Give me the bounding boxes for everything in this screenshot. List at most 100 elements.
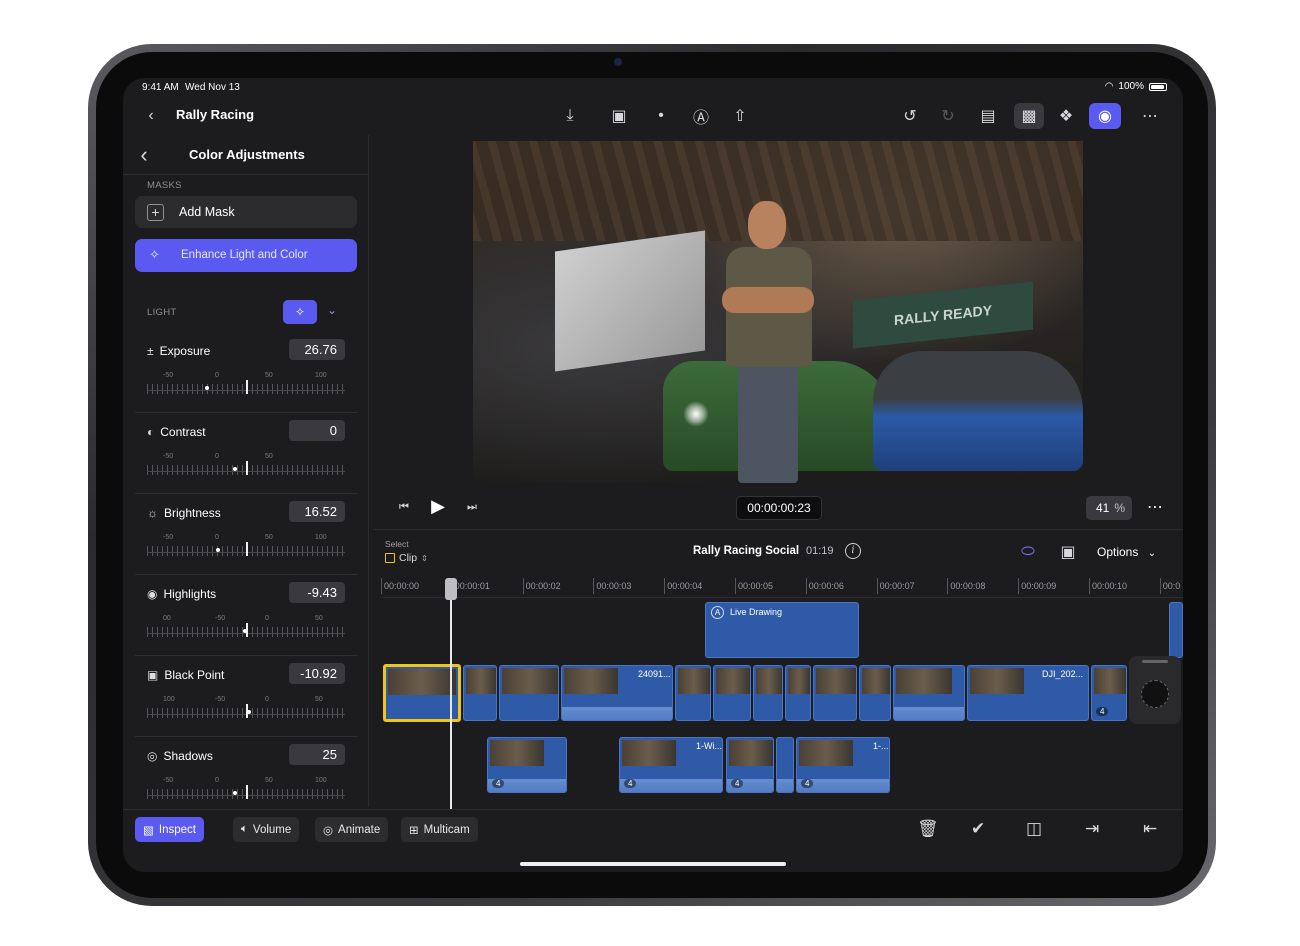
- slider-tick-label: -50: [215, 615, 226, 622]
- clip-thumbnail: [564, 668, 618, 694]
- connected-clip[interactable]: [776, 737, 794, 793]
- microphone-icon[interactable]: •: [648, 103, 674, 129]
- adjustment-value-field[interactable]: 0: [289, 420, 345, 441]
- split-icon[interactable]: ◫: [1026, 819, 1042, 839]
- panel-back-icon[interactable]: ‹: [131, 142, 157, 168]
- adjustment-value-field[interactable]: 16.52: [289, 501, 345, 522]
- adjustment-value-field[interactable]: 26.76: [289, 339, 345, 360]
- ruler-timecode: 00:00:00: [384, 581, 420, 591]
- connected-clip[interactable]: 4: [726, 737, 774, 793]
- more-icon[interactable]: ⋯: [1142, 494, 1168, 520]
- primary-clip[interactable]: DJI_202...: [967, 665, 1089, 721]
- volume-button[interactable]: 🔈︎ Volume: [233, 817, 300, 842]
- camera-icon[interactable]: ▣: [606, 103, 632, 129]
- skip-back-icon[interactable]: ⏮: [391, 494, 417, 520]
- checkmark-circle-icon[interactable]: ✔: [971, 819, 985, 839]
- adjustment-label: ▣ Black Point: [147, 668, 224, 682]
- adjustment-value-field[interactable]: 25: [289, 744, 345, 765]
- enhance-button[interactable]: ✧ Enhance Light and Color: [135, 239, 357, 272]
- info-icon[interactable]: i: [845, 543, 861, 559]
- primary-clip[interactable]: [859, 665, 891, 721]
- auto-light-button[interactable]: ✧: [283, 300, 317, 324]
- connected-clip[interactable]: 1-Wi... 4: [619, 737, 723, 793]
- title-clip-partial[interactable]: [1169, 602, 1183, 658]
- adjustment-brightness[interactable]: ☼ Brightness 16.52 -50 0 50 100: [135, 494, 357, 575]
- inspector-toggle-icon[interactable]: ◉: [1089, 103, 1121, 129]
- blue-car: [873, 351, 1083, 471]
- adjustment-black-point[interactable]: ▣ Black Point -10.92 100 -50 0 50: [135, 656, 357, 737]
- browser-icon[interactable]: ▤: [975, 103, 1001, 129]
- snapping-icon[interactable]: ⬭: [1015, 539, 1041, 565]
- import-icon[interactable]: ⤓: [557, 103, 583, 129]
- undo-icon[interactable]: ↺: [897, 103, 923, 129]
- skip-forward-icon[interactable]: ⏭: [459, 494, 485, 520]
- slider-tick-label: 50: [315, 615, 323, 622]
- slider-tick-label: -50: [163, 777, 174, 784]
- adjustment-contrast[interactable]: ◐ Contrast 0 -50 0 50: [135, 413, 357, 494]
- clip-thumbnail: [716, 668, 750, 694]
- adjustment-exposure[interactable]: ± Exposure 26.76 -50 0 50 100: [135, 332, 357, 413]
- ruler-tick: [947, 578, 949, 594]
- ruler-tick: [593, 578, 595, 594]
- primary-clip[interactable]: [893, 665, 965, 721]
- trim-start-icon[interactable]: ⇥: [1085, 819, 1099, 839]
- connected-clip[interactable]: 4: [487, 737, 567, 793]
- share-icon[interactable]: ⇧: [727, 103, 753, 129]
- slider-thumb[interactable]: [243, 629, 247, 633]
- primary-clip[interactable]: [463, 665, 497, 721]
- primary-clip[interactable]: [675, 665, 711, 721]
- ruler-timecode: 00:00:10: [1092, 581, 1128, 591]
- primary-clip[interactable]: 24091...: [561, 665, 673, 721]
- primary-clip[interactable]: [785, 665, 811, 721]
- ruler-timecode: 00:00:03: [596, 581, 632, 591]
- clip-thumbnail: [862, 668, 890, 694]
- primary-clip[interactable]: [499, 665, 559, 721]
- jog-wheel[interactable]: [1129, 656, 1181, 724]
- options-button[interactable]: Options ⌄: [1097, 545, 1156, 559]
- slider-thumb[interactable]: [247, 710, 251, 714]
- primary-clip[interactable]: [813, 665, 857, 721]
- redo-icon[interactable]: ↻: [935, 103, 961, 129]
- play-icon[interactable]: ▶: [425, 493, 451, 519]
- adjustment-highlights[interactable]: ◉ Highlights -9.43 00 -50 0 50: [135, 575, 357, 656]
- back-chevron-icon[interactable]: ‹: [138, 103, 164, 129]
- slider-thumb[interactable]: [205, 386, 209, 390]
- pencil-circle-icon[interactable]: Ⓐ: [688, 103, 714, 129]
- timecode-display[interactable]: 00:00:00:23: [736, 496, 822, 520]
- chevron-down-icon[interactable]: ⌄: [327, 303, 337, 317]
- primary-clip[interactable]: 4: [1091, 665, 1127, 721]
- effects-icon[interactable]: ❖: [1053, 103, 1079, 129]
- ruler-timecode: 00:00:05: [738, 581, 774, 591]
- camera-roll-icon[interactable]: ▣: [1055, 539, 1081, 565]
- playhead-line[interactable]: [450, 578, 452, 810]
- battery-icon: [1149, 82, 1167, 91]
- zoom-field[interactable]: 41 %: [1086, 496, 1132, 520]
- connected-clip[interactable]: 1-... 4: [796, 737, 890, 793]
- slider-thumb[interactable]: [216, 548, 220, 552]
- clip-thumbnail: [788, 668, 810, 694]
- video-frame[interactable]: RALLY READY: [473, 141, 1083, 483]
- trash-icon[interactable]: 🗑︎: [917, 819, 939, 839]
- primary-clip[interactable]: [713, 665, 751, 721]
- primary-clip[interactable]: [753, 665, 783, 721]
- slider-thumb[interactable]: [233, 791, 237, 795]
- clip-selector[interactable]: Clip ⇕: [385, 552, 428, 564]
- clip-name: 1-...: [873, 741, 889, 751]
- animate-button[interactable]: ◎ Animate: [315, 817, 389, 842]
- photos-icon[interactable]: ▩: [1014, 103, 1044, 129]
- slider-thumb[interactable]: [233, 467, 237, 471]
- ruler-tick: [1018, 578, 1020, 594]
- multicam-button[interactable]: ⊞ Multicam: [401, 817, 478, 842]
- timeline-ruler[interactable]: 00:00:00 00:00:01 00:00:02 00:00:03 00:00:04…: [381, 576, 1183, 598]
- trim-end-icon[interactable]: ⇤: [1143, 819, 1157, 839]
- inspect-button[interactable]: ▧ Inspect: [135, 817, 204, 842]
- live-drawing-clip[interactable]: A Live Drawing: [705, 602, 859, 658]
- adjustment-value-field[interactable]: -9.43: [289, 582, 345, 603]
- adjustment-value-field[interactable]: -10.92: [289, 663, 345, 684]
- multicam-badge: 4: [492, 779, 505, 788]
- playhead-handle[interactable]: [445, 578, 457, 600]
- adjustment-shadows[interactable]: ◎ Shadows 25 -50 0 50 100: [135, 737, 357, 818]
- add-mask-button[interactable]: + Add Mask: [135, 196, 357, 228]
- zoom-value: 41: [1096, 501, 1110, 515]
- more-circle-icon[interactable]: ⋯: [1137, 103, 1163, 129]
